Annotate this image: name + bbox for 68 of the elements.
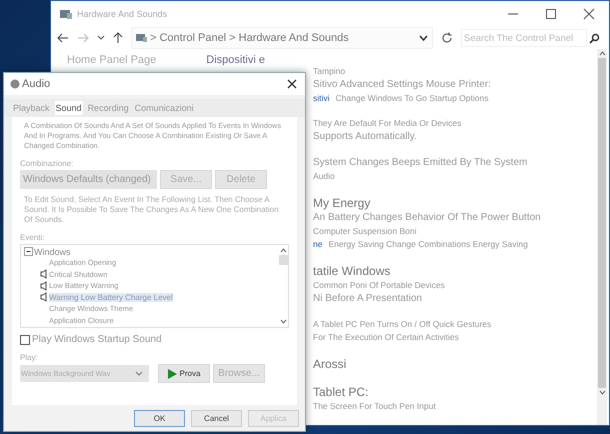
task-link[interactable]: Audio [313, 170, 335, 183]
tab[interactable]: Sound [54, 101, 83, 115]
section-heading: tatile Windows [313, 263, 390, 279]
scheme-label: Combinazione: [20, 159, 74, 168]
task-link[interactable]: Energy Saving Change Combinations Energy Saving [328, 238, 528, 251]
scroll-down-icon[interactable] [598, 390, 606, 395]
tree-item[interactable]: Warning Low Battery Charge Level [49, 292, 173, 302]
tab[interactable]: Comunicazioni [134, 101, 195, 115]
chevron-icon[interactable] [419, 35, 428, 41]
address-field[interactable]: > Control Panel > Hardware And Sounds [131, 27, 433, 49]
category-link[interactable]: sitivi [313, 93, 330, 103]
play-icon [168, 368, 177, 378]
tab[interactable]: Playback [12, 101, 51, 115]
collapse-icon[interactable] [24, 247, 33, 256]
window-title: Hardware And Sounds [77, 9, 168, 19]
task-link[interactable]: Sitivo Advanced Settings Mouse Printer: [313, 78, 491, 92]
scroll-down-icon[interactable] [280, 319, 286, 324]
up-arrow-icon[interactable] [113, 32, 123, 44]
address-path: > Control Panel > Hardware And Sounds [150, 32, 349, 44]
events-label: Eventi: [20, 233, 46, 242]
section-heading: My Energy [313, 195, 370, 211]
play-label: Play: [20, 353, 39, 362]
checkbox-label: Play Windows Startup Sound [32, 334, 162, 345]
caret-icon[interactable] [97, 35, 105, 41]
task-link[interactable]: For The Execution Of Certain Activities [313, 331, 459, 344]
scheme-dropdown[interactable]: Windows Defaults (changed) [20, 170, 157, 189]
control-panel-icon [136, 33, 148, 43]
scrollbar[interactable] [597, 49, 607, 425]
task-link[interactable]: Ni Before A Presentation [313, 292, 422, 306]
task-link[interactable]: Computer Suspension Boni [313, 225, 416, 238]
control-panel-icon [59, 8, 73, 20]
maximize-icon[interactable] [545, 8, 557, 20]
back-arrow-icon[interactable] [57, 33, 69, 43]
dialog-button[interactable]: OK [134, 410, 185, 426]
test-button[interactable]: Prova [158, 364, 210, 383]
browse-button[interactable]: Browse... [213, 364, 265, 383]
scroll-up-icon[interactable] [598, 51, 606, 56]
category-link[interactable]: ne [313, 239, 322, 249]
caret-icon [135, 371, 143, 376]
category-heading: Dispositivi e [206, 54, 265, 66]
task-link[interactable]: An Battery Changes Behavior Of The Power Button [313, 211, 541, 225]
section-heading: Arossi [313, 356, 346, 372]
search-field[interactable]: Search The Control Panel [461, 29, 587, 47]
task-link[interactable]: Change Windows To Go Startup Options [336, 92, 488, 105]
task-link[interactable]: Tampino [313, 65, 346, 78]
task-link[interactable]: Supports Automatically. [313, 130, 417, 144]
scroll-thumb[interactable] [598, 58, 606, 388]
task-link[interactable]: They Are Default For Media Or Devices [313, 117, 462, 130]
close-icon[interactable] [583, 8, 595, 20]
search-icon[interactable] [589, 32, 600, 44]
home-link[interactable]: Home Panel Page [67, 54, 156, 66]
refresh-icon[interactable] [441, 32, 453, 44]
checkbox[interactable] [20, 334, 30, 344]
section-heading: Tablet PC: [313, 384, 368, 400]
dialog-title: Audio [22, 78, 50, 90]
scroll-thumb[interactable] [278, 255, 288, 265]
tree-item[interactable]: Windows [34, 246, 71, 256]
task-link[interactable]: The Screen For Touch Pen Input [313, 400, 436, 413]
save-button[interactable]: Save... [160, 170, 212, 189]
task-link[interactable]: A Tablet PC Pen Turns On / Off Quick Gestures [313, 318, 492, 331]
task-link[interactable]: System Changes Beeps Emitted By The System [313, 156, 528, 170]
instructions-text: To Edit Sound, Select An Event In The Following List. Then Choose A Sound. It Is Possible To Save The Changes As A New One Combination Of Sounds. [24, 195, 280, 225]
close-icon[interactable] [287, 79, 297, 89]
tab[interactable]: Recording [86, 101, 130, 115]
task-link[interactable]: Common Poni Of Portable Devices [313, 279, 445, 292]
delete-button[interactable]: Delete [215, 170, 267, 189]
dialog-button[interactable]: Cancel [191, 410, 242, 426]
scroll-up-icon[interactable] [280, 248, 286, 253]
